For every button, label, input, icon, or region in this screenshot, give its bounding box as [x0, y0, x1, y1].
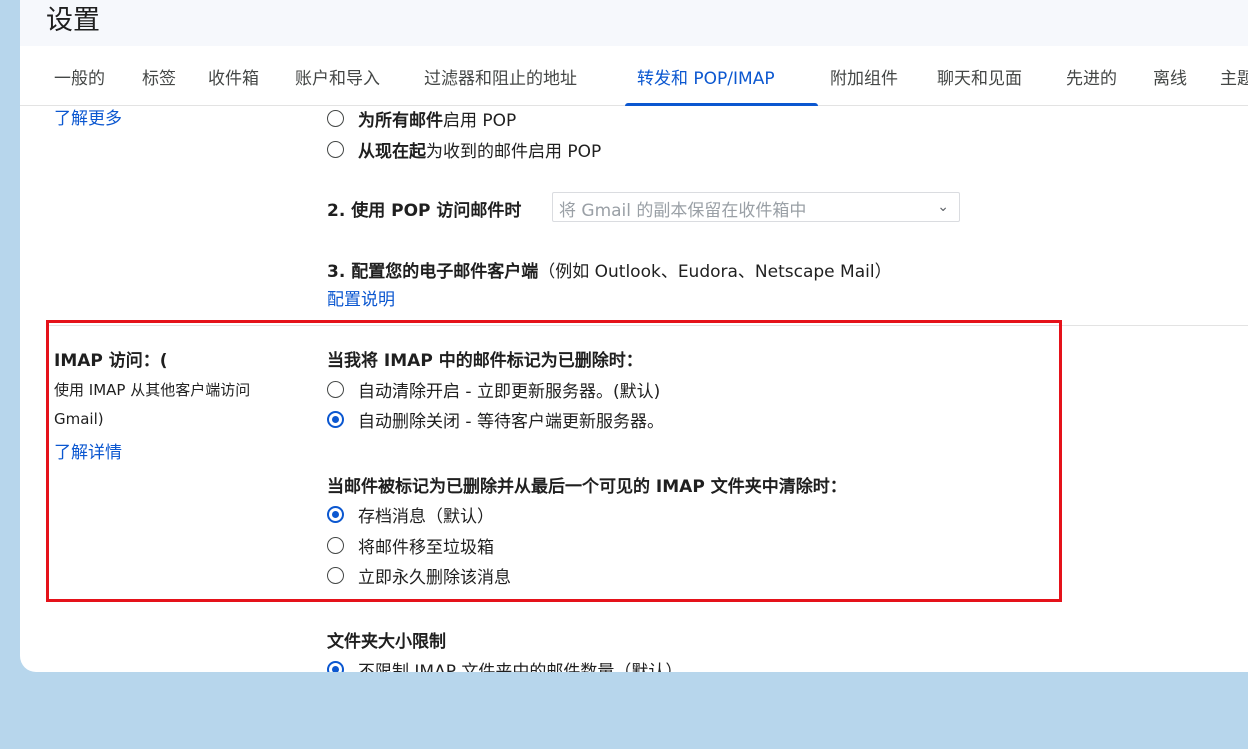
- configure-client-line: 3. 配置您的电子邮件客户端 （例如 Outlook、Eudora、Netsca…: [327, 257, 892, 282]
- pop-enable-now-bold: 从现在起: [358, 142, 426, 162]
- tab-general[interactable]: 一般的: [54, 64, 105, 89]
- tab-forwarding-pop-imap[interactable]: 转发和 POP/IMAP: [637, 64, 775, 89]
- pop-enable-now-option[interactable]: 从现在起 为收到的邮件启用 POP: [327, 137, 601, 162]
- tab-offline[interactable]: 离线: [1153, 64, 1187, 89]
- pop-action-select[interactable]: 将 Gmail 的副本保留在收件箱中 ⌄: [552, 192, 960, 222]
- pop-enable-all-radio[interactable]: [327, 110, 344, 127]
- highlight-box: [46, 320, 1062, 602]
- settings-tabs: 一般的 标签 收件箱 账户和导入 过滤器和阻止的地址 转发和 POP/IMAP …: [20, 46, 1248, 106]
- pop-enable-all-bold: 为所有邮件: [358, 111, 443, 131]
- settings-panel: 设置 一般的 标签 收件箱 账户和导入 过滤器和阻止的地址 转发和 POP/IM…: [20, 0, 1248, 672]
- settings-header: 设置: [20, 0, 1248, 46]
- tab-inbox[interactable]: 收件箱: [208, 64, 259, 89]
- tab-labels[interactable]: 标签: [142, 64, 176, 89]
- tab-chat-meet[interactable]: 聊天和见面: [937, 64, 1022, 89]
- pop-action-select-value: 将 Gmail 的副本保留在收件箱中: [559, 201, 807, 221]
- configure-client-bold: 3. 配置您的电子邮件客户端: [327, 262, 539, 282]
- no-limit-option[interactable]: 不限制 IMAP 文件夹中的邮件数量（默认）: [327, 657, 682, 672]
- tab-themes[interactable]: 主题: [1220, 64, 1248, 89]
- pop-enable-now-radio[interactable]: [327, 141, 344, 158]
- pop-enable-all-option[interactable]: 为所有邮件 启用 POP: [327, 106, 516, 131]
- tab-accounts-import[interactable]: 账户和导入: [295, 64, 380, 89]
- folder-size-heading: 文件夹大小限制: [327, 632, 446, 652]
- tab-filters[interactable]: 过滤器和阻止的地址: [424, 64, 577, 89]
- no-limit-label: 不限制 IMAP 文件夹中的邮件数量（默认）: [358, 662, 683, 672]
- pop-enable-now-label: 为收到的邮件启用 POP: [426, 142, 602, 162]
- tab-addons[interactable]: 附加组件: [830, 64, 898, 89]
- active-tab-indicator: [625, 103, 818, 106]
- chevron-down-icon: ⌄: [937, 199, 949, 215]
- configure-client-examples: （例如 Outlook、Eudora、Netscape Mail）: [538, 262, 892, 282]
- no-limit-radio[interactable]: [327, 661, 344, 672]
- pop-enable-all-label: 启用 POP: [443, 111, 517, 131]
- pop-access-label: 2. 使用 POP 访问邮件时: [327, 201, 522, 221]
- tab-advanced[interactable]: 先进的: [1066, 64, 1117, 89]
- pop-learn-more-link[interactable]: 了解更多: [54, 104, 122, 129]
- page-title: 设置: [46, 5, 100, 36]
- config-instructions-link[interactable]: 配置说明: [327, 285, 395, 310]
